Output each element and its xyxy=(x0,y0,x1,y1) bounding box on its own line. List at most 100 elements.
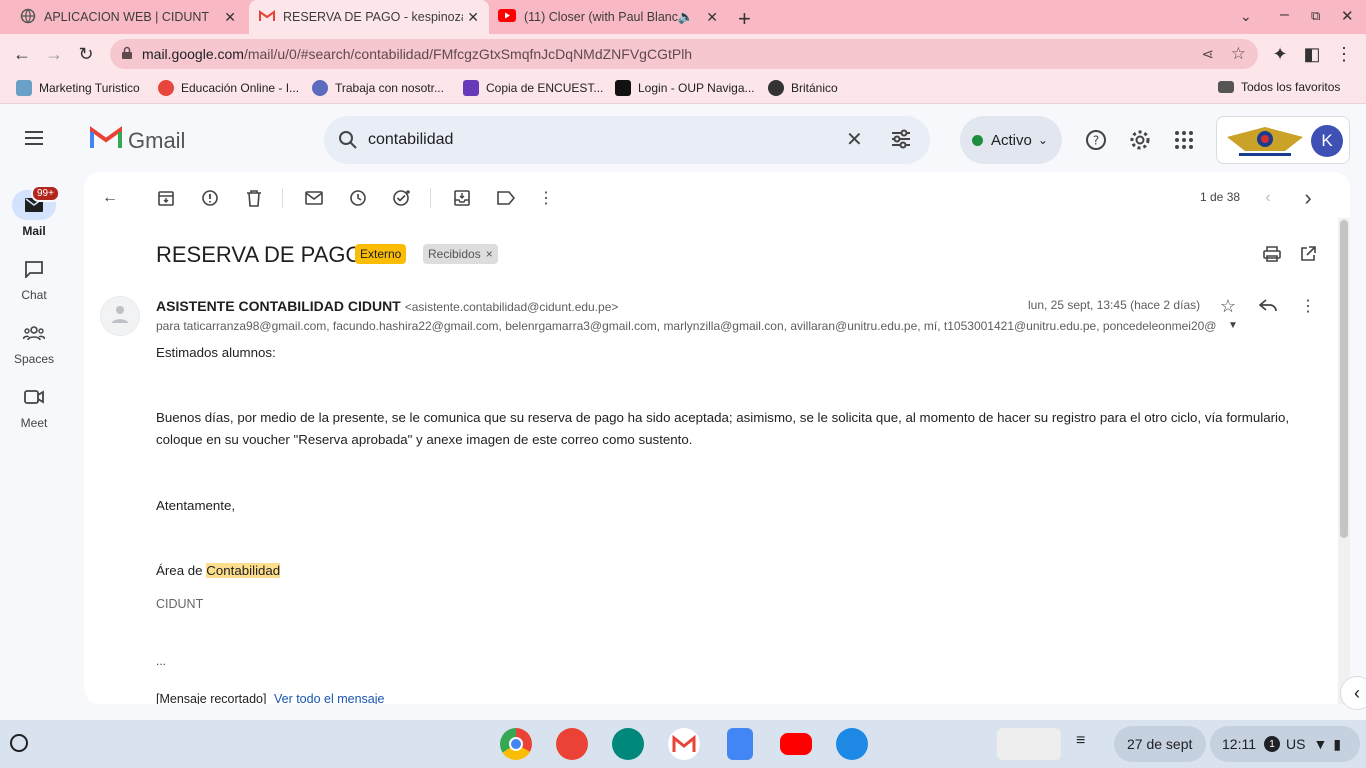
more-options-icon[interactable]: ⋮ xyxy=(534,186,558,210)
archive-icon[interactable] xyxy=(154,186,178,210)
menu-icon[interactable]: ⋮ xyxy=(1332,42,1356,66)
print-icon[interactable] xyxy=(1260,242,1284,266)
reload-icon[interactable]: ↻ xyxy=(74,42,98,66)
label-chip-inbox[interactable]: Recibidos × xyxy=(423,244,498,264)
more-options-icon[interactable]: ⋮ xyxy=(1296,294,1320,318)
os-shelf: ≡ 27 de sept 12:11 1 US ▼ ▮ xyxy=(0,720,1366,768)
address-bar[interactable]: mail.google.com/mail/u/0/#search/contabi… xyxy=(110,39,1258,69)
rail-mail[interactable]: 99+ Mail xyxy=(0,185,68,238)
restore-icon[interactable]: ⧉ xyxy=(1311,8,1320,24)
files-app-icon[interactable] xyxy=(836,728,868,760)
bookmark-oup[interactable]: Login - OUP Naviga... xyxy=(615,80,755,96)
unread-badge: 99+ xyxy=(31,185,60,202)
browser-toolbar: ← → ↻ mail.google.com/mail/u/0/#search/c… xyxy=(0,34,1366,74)
forward-icon[interactable]: → xyxy=(42,42,66,66)
expand-side-panel-icon[interactable]: ‹ xyxy=(1340,676,1366,710)
label-chip-external: Externo xyxy=(355,244,407,264)
clear-search-icon[interactable]: ✕ xyxy=(846,127,863,152)
close-icon[interactable]: ✕ xyxy=(706,9,718,26)
close-icon[interactable]: ✕ xyxy=(467,9,479,26)
search-options-icon[interactable] xyxy=(890,129,912,154)
label-icon[interactable] xyxy=(494,186,518,210)
bookmark-britanico[interactable]: Británico xyxy=(768,80,838,96)
sender-avatar[interactable] xyxy=(100,296,140,336)
account-switcher[interactable]: K xyxy=(1216,116,1350,164)
email-closing: Atentamente, xyxy=(156,498,236,513)
bookmark-trabaja[interactable]: Trabaja con nosotr... xyxy=(312,80,444,96)
open-new-window-icon[interactable] xyxy=(1296,242,1320,266)
new-tab-button[interactable]: + xyxy=(738,6,751,32)
all-favorites-folder[interactable]: Todos los favoritos xyxy=(1218,80,1340,94)
gmail-logo[interactable]: Gmail xyxy=(90,126,185,155)
status-button[interactable]: Activo ⌄ xyxy=(960,116,1062,164)
bookmarks-bar: Marketing Turistico Educación Online - I… xyxy=(0,74,1366,104)
search-input[interactable] xyxy=(368,131,828,149)
site-info-icon[interactable] xyxy=(120,46,134,63)
extensions-icon[interactable]: ✦ xyxy=(1268,42,1292,66)
minimize-icon[interactable]: – xyxy=(1280,6,1289,24)
status-label: Activo xyxy=(991,131,1032,149)
add-task-icon[interactable] xyxy=(390,186,414,210)
chevron-right-icon[interactable]: › xyxy=(1296,185,1320,210)
recipients-line: para taticarranza98@gmail.com, facundo.h… xyxy=(156,319,1217,333)
trimmed-content-toggle[interactable]: ... xyxy=(156,650,166,672)
scrollbar[interactable] xyxy=(1338,218,1350,704)
status-dot-icon xyxy=(972,134,983,146)
sender-name[interactable]: ASISTENTE CONTABILIDAD CIDUNT xyxy=(156,298,401,314)
tab-youtube[interactable]: (11) Closer (with Paul Blanc 🔈 ✕ xyxy=(488,0,728,34)
rail-spaces[interactable]: Spaces xyxy=(0,318,68,366)
gmail-app-icon[interactable] xyxy=(668,728,700,760)
back-icon[interactable]: ← xyxy=(10,42,34,66)
main-menu-icon[interactable] xyxy=(22,128,46,153)
mark-unread-icon[interactable] xyxy=(302,186,326,210)
youtube-icon xyxy=(498,9,516,25)
search-icon[interactable] xyxy=(338,130,358,155)
launcher-icon[interactable] xyxy=(10,734,28,752)
docs-app-icon[interactable] xyxy=(727,728,753,760)
tab-search-icon[interactable]: ⌄ xyxy=(1240,8,1252,25)
tab-cidunt[interactable]: APLICACION WEB | CIDUNT ✕ xyxy=(10,0,246,34)
youtube-app-icon[interactable] xyxy=(780,733,812,755)
snooze-clock-icon[interactable] xyxy=(346,186,370,210)
share-icon[interactable]: ⋖ xyxy=(1201,45,1214,63)
bookmark-marketing[interactable]: Marketing Turistico xyxy=(16,80,140,96)
star-icon[interactable]: ☆ xyxy=(1216,294,1240,318)
move-to-icon[interactable] xyxy=(450,186,474,210)
bookmark-educacion[interactable]: Educación Online - I... xyxy=(158,80,299,96)
tab-gmail[interactable]: RESERVA DE PAGO - kespinozab ✕ xyxy=(249,0,489,34)
close-icon[interactable]: ✕ xyxy=(224,9,236,26)
chat-icon xyxy=(12,254,56,284)
chevron-left-icon[interactable]: ‹ xyxy=(1256,186,1280,210)
chrome-app-icon[interactable] xyxy=(500,728,532,760)
side-panel-icon[interactable]: ◧ xyxy=(1300,42,1324,66)
scrollbar-thumb[interactable] xyxy=(1340,220,1348,538)
reply-icon[interactable] xyxy=(1256,294,1280,318)
url-host: mail.google.com xyxy=(142,46,244,62)
classroom-app-icon[interactable] xyxy=(612,728,644,760)
recipients-dropdown-icon[interactable]: ▼ xyxy=(1228,320,1238,331)
date-tray[interactable]: 27 de sept xyxy=(1114,726,1206,762)
playlist-icon[interactable]: ≡ xyxy=(1076,732,1085,750)
delete-trash-icon[interactable] xyxy=(242,186,266,210)
bookmark-encuesta[interactable]: Copia de ENCUEST... xyxy=(463,80,603,96)
settings-gear-icon[interactable] xyxy=(1128,128,1152,152)
apps-grid-icon[interactable] xyxy=(1172,128,1196,152)
view-entire-message-link[interactable]: Ver todo el mensaje xyxy=(274,692,385,704)
rail-label: Chat xyxy=(21,288,47,302)
avatar: K xyxy=(1311,125,1343,157)
remove-label-icon[interactable]: × xyxy=(486,247,493,261)
holding-space-thumbnail[interactable] xyxy=(997,728,1061,760)
gmail-header: Gmail ✕ Activo ⌄ ? K xyxy=(0,104,1366,172)
status-tray[interactable]: 12:11 1 US ▼ ▮ xyxy=(1210,726,1360,762)
back-to-search-icon[interactable]: ← xyxy=(98,186,122,210)
paint-app-icon[interactable] xyxy=(556,728,588,760)
report-spam-icon[interactable] xyxy=(198,186,222,210)
toolbar-divider xyxy=(430,188,431,208)
rail-chat[interactable]: Chat xyxy=(0,254,68,302)
help-icon[interactable]: ? xyxy=(1084,128,1108,152)
close-window-icon[interactable]: ✕ xyxy=(1341,7,1354,25)
speaker-icon[interactable]: 🔈 xyxy=(678,9,694,25)
rail-meet[interactable]: Meet xyxy=(0,382,68,430)
star-icon[interactable]: ☆ xyxy=(1231,44,1246,64)
search-bar[interactable]: ✕ xyxy=(324,116,930,164)
